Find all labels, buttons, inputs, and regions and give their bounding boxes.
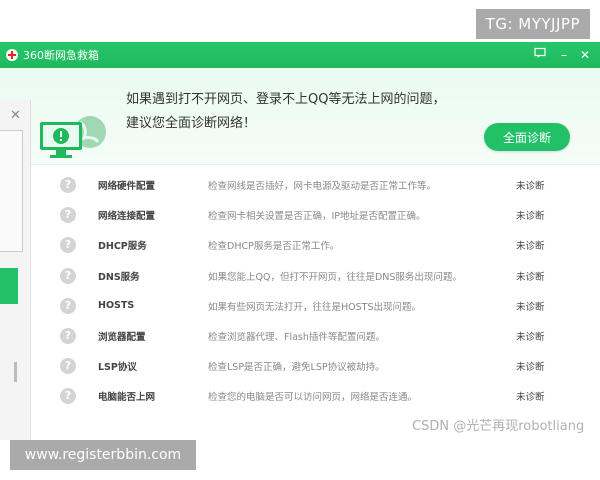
banner-line-1: 如果遇到打不开网页、登录不上QQ等无法上网的问题， <box>126 92 446 107</box>
background-window-panel <box>0 130 23 252</box>
item-name: DNS服务 <box>98 271 140 283</box>
item-name: HOSTS <box>98 300 135 312</box>
item-name: LSP协议 <box>98 362 137 374</box>
full-diagnose-button[interactable]: 全面诊断 <box>484 123 570 151</box>
watermark-site: www.registerbbin.com <box>10 440 196 470</box>
item-status: 未诊断 <box>516 301 545 313</box>
item-status: 未诊断 <box>516 362 545 374</box>
banner-line-2: 建议您全面诊断网络！ <box>126 116 257 131</box>
banner-message: 如果遇到打不开网页、登录不上QQ等无法上网的问题， 建议您全面诊断网络！ <box>126 88 445 136</box>
item-name: 网络硬件配置 <box>98 181 156 193</box>
csdn-credit: CSDN @光芒再现robotliang <box>412 419 585 434</box>
diagnosis-item[interactable]: ? 浏览器配置 检查浏览器代理、Flash插件等配置问题。 未诊断 <box>60 321 570 351</box>
item-status: 未诊断 <box>516 332 545 344</box>
window-title: 360断网急救箱 <box>23 49 99 62</box>
question-icon: ? <box>60 177 76 194</box>
question-icon: ? <box>60 297 76 314</box>
item-status: 未诊断 <box>516 392 545 404</box>
question-icon: ? <box>60 267 76 284</box>
diagnosis-list: ? 网络硬件配置 检查网线是否插好，网卡电源及驱动是否正常工作等。 未诊断 ? … <box>60 170 570 412</box>
background-window-green-tab[interactable] <box>0 268 18 304</box>
question-icon: ? <box>60 328 76 345</box>
banner: 如果遇到打不开网页、登录不上QQ等无法上网的问题， 建议您全面诊断网络！ 全面诊… <box>0 68 600 165</box>
diagnosis-item[interactable]: ? DNS服务 如果您能上QQ，但打不开网页，往往是DNS服务出现问题。 未诊断 <box>60 261 570 291</box>
background-window: ✕ <box>0 100 31 440</box>
item-name: 网络连接配置 <box>98 211 156 223</box>
diagnosis-item[interactable]: ? 网络连接配置 检查网卡相关设置是否正确，IP地址是否配置正确。 未诊断 <box>60 200 570 230</box>
question-icon: ? <box>60 237 76 254</box>
item-desc: 检查您的电脑是否可以访问网页，网络是否连通。 <box>208 392 418 404</box>
minimize-button[interactable]: – <box>556 47 572 63</box>
diagnosis-item[interactable]: ? HOSTS 如果有些网页无法打开，往往是HOSTS出现问题。 未诊断 <box>60 291 570 321</box>
diagnosis-item[interactable]: ? 电脑能否上网 检查您的电脑是否可以访问网页，网络是否连通。 未诊断 <box>60 381 570 411</box>
feedback-icon[interactable] <box>532 47 548 63</box>
item-desc: 检查LSP是否正确，避免LSP协议被劫持。 <box>208 362 385 374</box>
background-window-scrollbar[interactable] <box>14 362 17 382</box>
background-window-close-button[interactable]: ✕ <box>10 108 21 123</box>
item-name: DHCP服务 <box>98 241 147 253</box>
diagnosis-item[interactable]: ? 网络硬件配置 检查网线是否插好，网卡电源及驱动是否正常工作等。 未诊断 <box>60 170 570 200</box>
app-logo-icon <box>6 49 18 61</box>
item-status: 未诊断 <box>516 181 545 193</box>
diagnosis-item[interactable]: ? DHCP服务 检查DHCP服务是否正常工作。 未诊断 <box>60 230 570 260</box>
item-status: 未诊断 <box>516 241 545 253</box>
title-bar[interactable]: 360断网急救箱 – ✕ <box>0 42 600 68</box>
app-window: 360断网急救箱 – ✕ 如果遇到打不开网页、登录不上QQ等无法上网的问题， 建… <box>0 42 600 442</box>
item-desc: 如果您能上QQ，但打不开网页，往往是DNS服务出现问题。 <box>208 271 462 283</box>
question-icon: ? <box>60 207 76 224</box>
watermark-tag: TG: MYYJJPP <box>475 9 590 39</box>
diagnosis-item[interactable]: ? LSP协议 检查LSP是否正确，避免LSP协议被劫持。 未诊断 <box>60 351 570 381</box>
question-icon: ? <box>60 358 76 375</box>
monitor-globe-icon <box>40 116 106 158</box>
question-icon: ? <box>60 388 76 405</box>
item-status: 未诊断 <box>516 271 545 283</box>
item-status: 未诊断 <box>516 211 545 223</box>
item-desc: 检查浏览器代理、Flash插件等配置问题。 <box>208 332 385 344</box>
item-name: 电脑能否上网 <box>98 392 156 404</box>
close-button[interactable]: ✕ <box>577 47 593 63</box>
item-desc: 检查网线是否插好，网卡电源及驱动是否正常工作等。 <box>208 181 437 193</box>
item-desc: 检查网卡相关设置是否正确，IP地址是否配置正确。 <box>208 211 426 223</box>
item-desc: 检查DHCP服务是否正常工作。 <box>208 241 340 253</box>
item-name: 浏览器配置 <box>98 332 146 344</box>
item-desc: 如果有些网页无法打开，往往是HOSTS出现问题。 <box>208 301 421 313</box>
